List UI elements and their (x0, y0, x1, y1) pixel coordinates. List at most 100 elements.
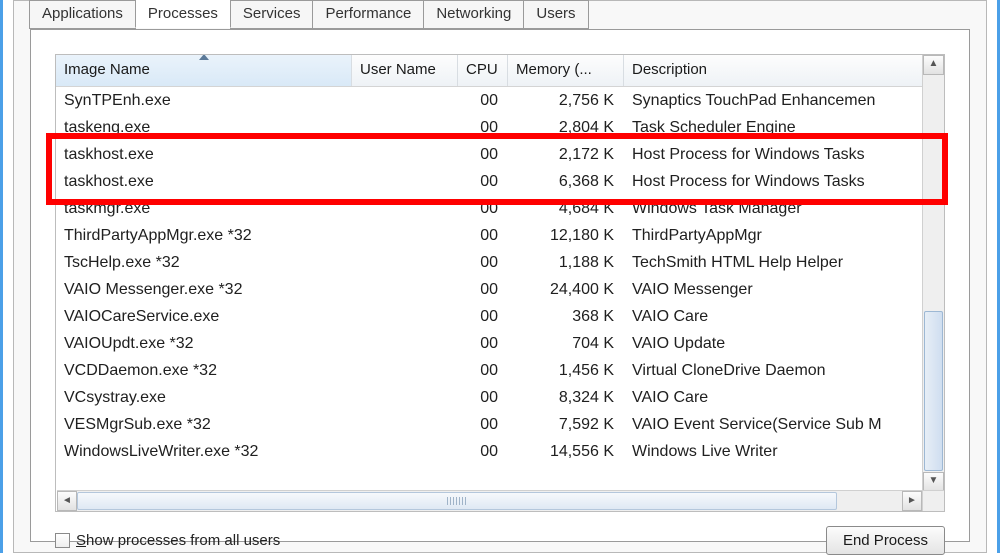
cell-user-name (352, 114, 458, 141)
cell-image-name: VAIOUpdt.exe *32 (56, 330, 352, 357)
cell-description: Host Process for Windows Tasks (624, 141, 944, 168)
cell-memory: 14,556 K (508, 438, 624, 465)
cell-description: TechSmith HTML Help Helper (624, 249, 944, 276)
cell-cpu: 00 (458, 438, 508, 465)
table-row[interactable]: VCsystray.exe008,324 KVAIO Care (56, 384, 944, 411)
tab-services[interactable]: Services (230, 0, 314, 29)
cell-image-name: taskeng.exe (56, 114, 352, 141)
cell-user-name (352, 87, 458, 114)
tab-users[interactable]: Users (523, 0, 588, 29)
cell-user-name (352, 438, 458, 465)
table-row[interactable]: taskhost.exe 006,368 KHost Process for Wi… (56, 168, 944, 195)
table-row[interactable]: VCDDaemon.exe *32001,456 KVirtual CloneD… (56, 357, 944, 384)
cell-image-name: SynTPEnh.exe (56, 87, 352, 114)
scroll-left-icon[interactable]: ◄ (57, 491, 77, 511)
cell-user-name (352, 384, 458, 411)
column-header-cpu[interactable]: CPU (458, 55, 508, 86)
cell-description: Host Process for Windows Tasks (624, 168, 944, 195)
scrollbar-thumb[interactable] (924, 311, 943, 471)
cell-image-name: taskhost.exe (56, 168, 352, 195)
cell-cpu: 00 (458, 330, 508, 357)
cell-cpu: 00 (458, 87, 508, 114)
cell-memory: 704 K (508, 330, 624, 357)
cell-image-name: taskhost.exe (56, 141, 352, 168)
tab-strip: ApplicationsProcessesServicesPerformance… (29, 0, 970, 29)
table-row[interactable]: SynTPEnh.exe002,756 KSynaptics TouchPad … (56, 87, 944, 114)
cell-cpu: 00 (458, 303, 508, 330)
horizontal-scrollbar-thumb[interactable] (77, 492, 837, 510)
column-header-user-name[interactable]: User Name (352, 55, 458, 86)
cell-description: VAIO Event Service(Service Sub M (624, 411, 944, 438)
tab-processes[interactable]: Processes (135, 0, 231, 28)
cell-memory: 1,456 K (508, 357, 624, 384)
table-row[interactable]: ThirdPartyAppMgr.exe *320012,180 KThirdP… (56, 222, 944, 249)
cell-memory: 2,172 K (508, 141, 624, 168)
show-all-processes-checkbox[interactable]: Show processes from all users (55, 532, 280, 549)
tab-networking[interactable]: Networking (423, 0, 524, 29)
tab-applications[interactable]: Applications (29, 0, 136, 29)
cell-description: VAIO Care (624, 384, 944, 411)
cell-user-name (352, 411, 458, 438)
scroll-right-icon[interactable]: ► (902, 491, 922, 511)
cell-cpu: 00 (458, 249, 508, 276)
table-row[interactable]: VAIOCareService.exe 00368 KVAIO Care (56, 303, 944, 330)
cell-cpu: 00 (458, 168, 508, 195)
table-row[interactable]: TscHelp.exe *32 001,188 KTechSmith HTML H… (56, 249, 944, 276)
cell-image-name: taskmgr.exe (56, 195, 352, 222)
processes-tab-content: Image Name User Name CPU Memory (... Des… (30, 29, 970, 542)
cell-user-name (352, 141, 458, 168)
table-row[interactable]: VESMgrSub.exe *32007,592 KVAIO Event Ser… (56, 411, 944, 438)
cell-image-name: WindowsLiveWriter.exe *32 (56, 438, 352, 465)
cell-memory: 24,400 K (508, 276, 624, 303)
cell-memory: 4,684 K (508, 195, 624, 222)
column-header-description[interactable]: Description (624, 55, 944, 86)
cell-cpu: 00 (458, 276, 508, 303)
cell-user-name (352, 330, 458, 357)
cell-cpu: 00 (458, 411, 508, 438)
cell-image-name: VAIO Messenger.exe *32 (56, 276, 352, 303)
cell-image-name: VCsystray.exe (56, 384, 352, 411)
cell-image-name: ThirdPartyAppMgr.exe *32 (56, 222, 352, 249)
cell-user-name (352, 276, 458, 303)
cell-memory: 2,804 K (508, 114, 624, 141)
cell-cpu: 00 (458, 384, 508, 411)
cell-cpu: 00 (458, 114, 508, 141)
sort-ascending-icon (199, 55, 209, 60)
scroll-up-icon[interactable]: ▲ (923, 55, 944, 75)
cell-memory: 6,368 K (508, 168, 624, 195)
cell-memory: 368 K (508, 303, 624, 330)
cell-description: VAIO Update (624, 330, 944, 357)
table-row[interactable]: WindowsLiveWriter.exe *32 0014,556 KWindo… (56, 438, 944, 465)
cell-cpu: 00 (458, 357, 508, 384)
horizontal-scrollbar[interactable]: ◄ ► (57, 490, 922, 511)
process-table: Image Name User Name CPU Memory (... Des… (55, 54, 945, 512)
cell-user-name (352, 357, 458, 384)
cell-cpu: 00 (458, 222, 508, 249)
checkbox-icon (55, 533, 70, 548)
table-row[interactable]: taskeng.exe 002,804 KTask Scheduler Engin… (56, 114, 944, 141)
cell-user-name (352, 222, 458, 249)
table-row[interactable]: taskhost.exe 002,172 KHost Process for Wi… (56, 141, 944, 168)
cell-cpu: 00 (458, 141, 508, 168)
end-process-button[interactable]: End Process (826, 526, 945, 555)
cell-image-name: VESMgrSub.exe *32 (56, 411, 352, 438)
cell-description: Virtual CloneDrive Daemon (624, 357, 944, 384)
table-row[interactable]: VAIO Messenger.exe *320024,400 KVAIO Mes… (56, 276, 944, 303)
cell-memory: 1,188 K (508, 249, 624, 276)
cell-image-name: VAIOCareService.exe (56, 303, 352, 330)
column-header-image-name[interactable]: Image Name (56, 55, 352, 86)
cell-memory: 12,180 K (508, 222, 624, 249)
table-row[interactable]: taskmgr.exe004,684 KWindows Task Manager (56, 195, 944, 222)
column-header-memory[interactable]: Memory (... (508, 55, 624, 86)
table-row[interactable]: VAIOUpdt.exe *32 00704 KVAIO Update (56, 330, 944, 357)
vertical-scrollbar[interactable]: ▲ ▼ (922, 55, 944, 492)
cell-description: Task Scheduler Engine (624, 114, 944, 141)
tab-performance[interactable]: Performance (312, 0, 424, 29)
cell-image-name: TscHelp.exe *32 (56, 249, 352, 276)
cell-user-name (352, 303, 458, 330)
cell-description: Windows Live Writer (624, 438, 944, 465)
scroll-down-icon[interactable]: ▼ (923, 472, 944, 492)
cell-description: VAIO Care (624, 303, 944, 330)
cell-user-name (352, 168, 458, 195)
cell-user-name (352, 195, 458, 222)
